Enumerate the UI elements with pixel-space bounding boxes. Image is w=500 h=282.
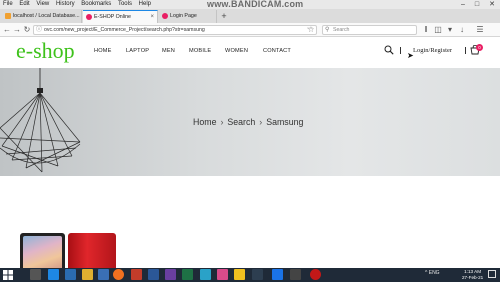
site-icon (86, 14, 92, 20)
back-icon[interactable]: ← (2, 24, 12, 36)
record-icon[interactable] (310, 269, 321, 280)
chevron-right-icon: › (220, 117, 224, 127)
taskbar-app-icon[interactable] (234, 269, 245, 280)
header-divider (400, 47, 401, 54)
url-text: ovc.com/new_project/E_Commerce_Project/s… (44, 27, 205, 33)
breadcrumb-search[interactable]: Search (227, 117, 255, 127)
address-bar[interactable]: ⓘ ovc.com/new_project/E_Commerce_Project… (33, 25, 317, 35)
breadcrumb-home[interactable]: Home (193, 117, 216, 127)
taskbar-app-icon[interactable] (200, 269, 211, 280)
pocket-icon[interactable]: ▾ (445, 24, 455, 36)
tab-localhost[interactable]: localhost / Local Database... (2, 10, 82, 23)
close-window-icon[interactable]: ✕ (485, 0, 499, 9)
recorder-watermark: www.BANDICAM.com (207, 0, 304, 9)
tab-eshop[interactable]: E-SHOP Online × (83, 10, 158, 23)
word-icon[interactable] (148, 269, 159, 280)
breadcrumb-current: Samsung (266, 117, 304, 127)
nav-contact[interactable]: CONTACT (263, 48, 291, 54)
menu-history[interactable]: History (56, 1, 75, 7)
chevron-right-icon: › (259, 117, 263, 127)
taskbar-app-icon[interactable] (48, 269, 59, 280)
system-tray[interactable]: ^ ENG (425, 270, 440, 276)
excel-icon[interactable] (182, 269, 193, 280)
close-tab-icon[interactable]: × (150, 11, 154, 23)
menu-help[interactable]: Help (139, 1, 151, 7)
site-logo[interactable]: e-shop (16, 38, 75, 64)
forward-icon[interactable]: → (12, 24, 22, 36)
nav-mobile[interactable]: MOBILE (189, 48, 211, 54)
phone-screen (23, 236, 62, 269)
tab-label: localhost / Local Database... (13, 13, 80, 19)
site-icon (162, 13, 168, 19)
download-icon[interactable]: ↓ (457, 24, 467, 36)
menu-bookmarks[interactable]: Bookmarks (81, 1, 111, 7)
taskbar-app-icon[interactable] (252, 269, 263, 280)
new-tab-icon[interactable]: + (218, 10, 230, 22)
menu-tools[interactable]: Tools (118, 1, 132, 7)
product-image-phone[interactable] (20, 233, 65, 269)
taskbar-app-icon[interactable] (65, 269, 76, 280)
menu-file[interactable]: File (3, 1, 13, 7)
nav-men[interactable]: MEN (162, 48, 175, 54)
clock-date: 27-Feb-21 (462, 275, 484, 280)
reload-icon[interactable]: ↻ (22, 24, 32, 36)
search-field[interactable]: ⚲ Search (322, 25, 417, 35)
taskbar-app-icon[interactable] (272, 269, 283, 280)
maximize-icon[interactable]: □ (470, 0, 484, 9)
menu-edit[interactable]: Edit (19, 1, 29, 7)
file-explorer-icon[interactable] (82, 269, 93, 280)
powerpoint-icon[interactable] (131, 269, 142, 280)
bookmark-star-icon[interactable]: ☆ (306, 24, 316, 36)
windows-start-icon[interactable] (3, 270, 13, 280)
database-icon (5, 13, 11, 19)
tab-label: Login Page (170, 13, 197, 19)
taskbar-app-icon[interactable] (165, 269, 176, 280)
header-search-icon[interactable] (384, 45, 394, 55)
header-divider (465, 47, 466, 54)
info-icon: ⓘ (36, 27, 43, 33)
search-icon: ⚲ (325, 27, 330, 33)
login-register-link[interactable]: Login/Register (413, 47, 452, 54)
firefox-icon[interactable] (113, 269, 124, 280)
taskbar-app-icon[interactable] (217, 269, 228, 280)
nav-laptop[interactable]: LAPTOP (126, 48, 149, 54)
sidebar-icon[interactable]: ◫ (433, 24, 443, 36)
nav-women[interactable]: WOMEN (225, 48, 248, 54)
cart-count-badge: 0 (476, 44, 483, 51)
tab-label: E-SHOP Online (94, 14, 131, 20)
menu-view[interactable]: View (36, 1, 49, 7)
nav-home[interactable]: HOME (94, 48, 112, 54)
product-image-phone[interactable] (68, 233, 116, 269)
library-icon[interactable]: ‖ (421, 24, 431, 36)
tab-login[interactable]: Login Page (159, 10, 217, 23)
taskbar-app-icon[interactable] (290, 269, 301, 280)
mouse-pointer-icon: ➤ (407, 51, 414, 60)
taskbar-app-icon[interactable] (30, 269, 41, 280)
search-placeholder: Search (333, 27, 350, 33)
notifications-icon[interactable] (488, 270, 496, 278)
browser-menu-icon[interactable]: ☰ (475, 24, 485, 36)
pendant-lamp-image (0, 68, 81, 173)
minimize-icon[interactable]: – (456, 0, 470, 9)
taskbar-clock[interactable]: 1:13 AM 27-Feb-21 (462, 269, 483, 281)
taskbar-app-icon[interactable] (98, 269, 109, 280)
breadcrumb: Home › Search › Samsung (193, 117, 303, 127)
